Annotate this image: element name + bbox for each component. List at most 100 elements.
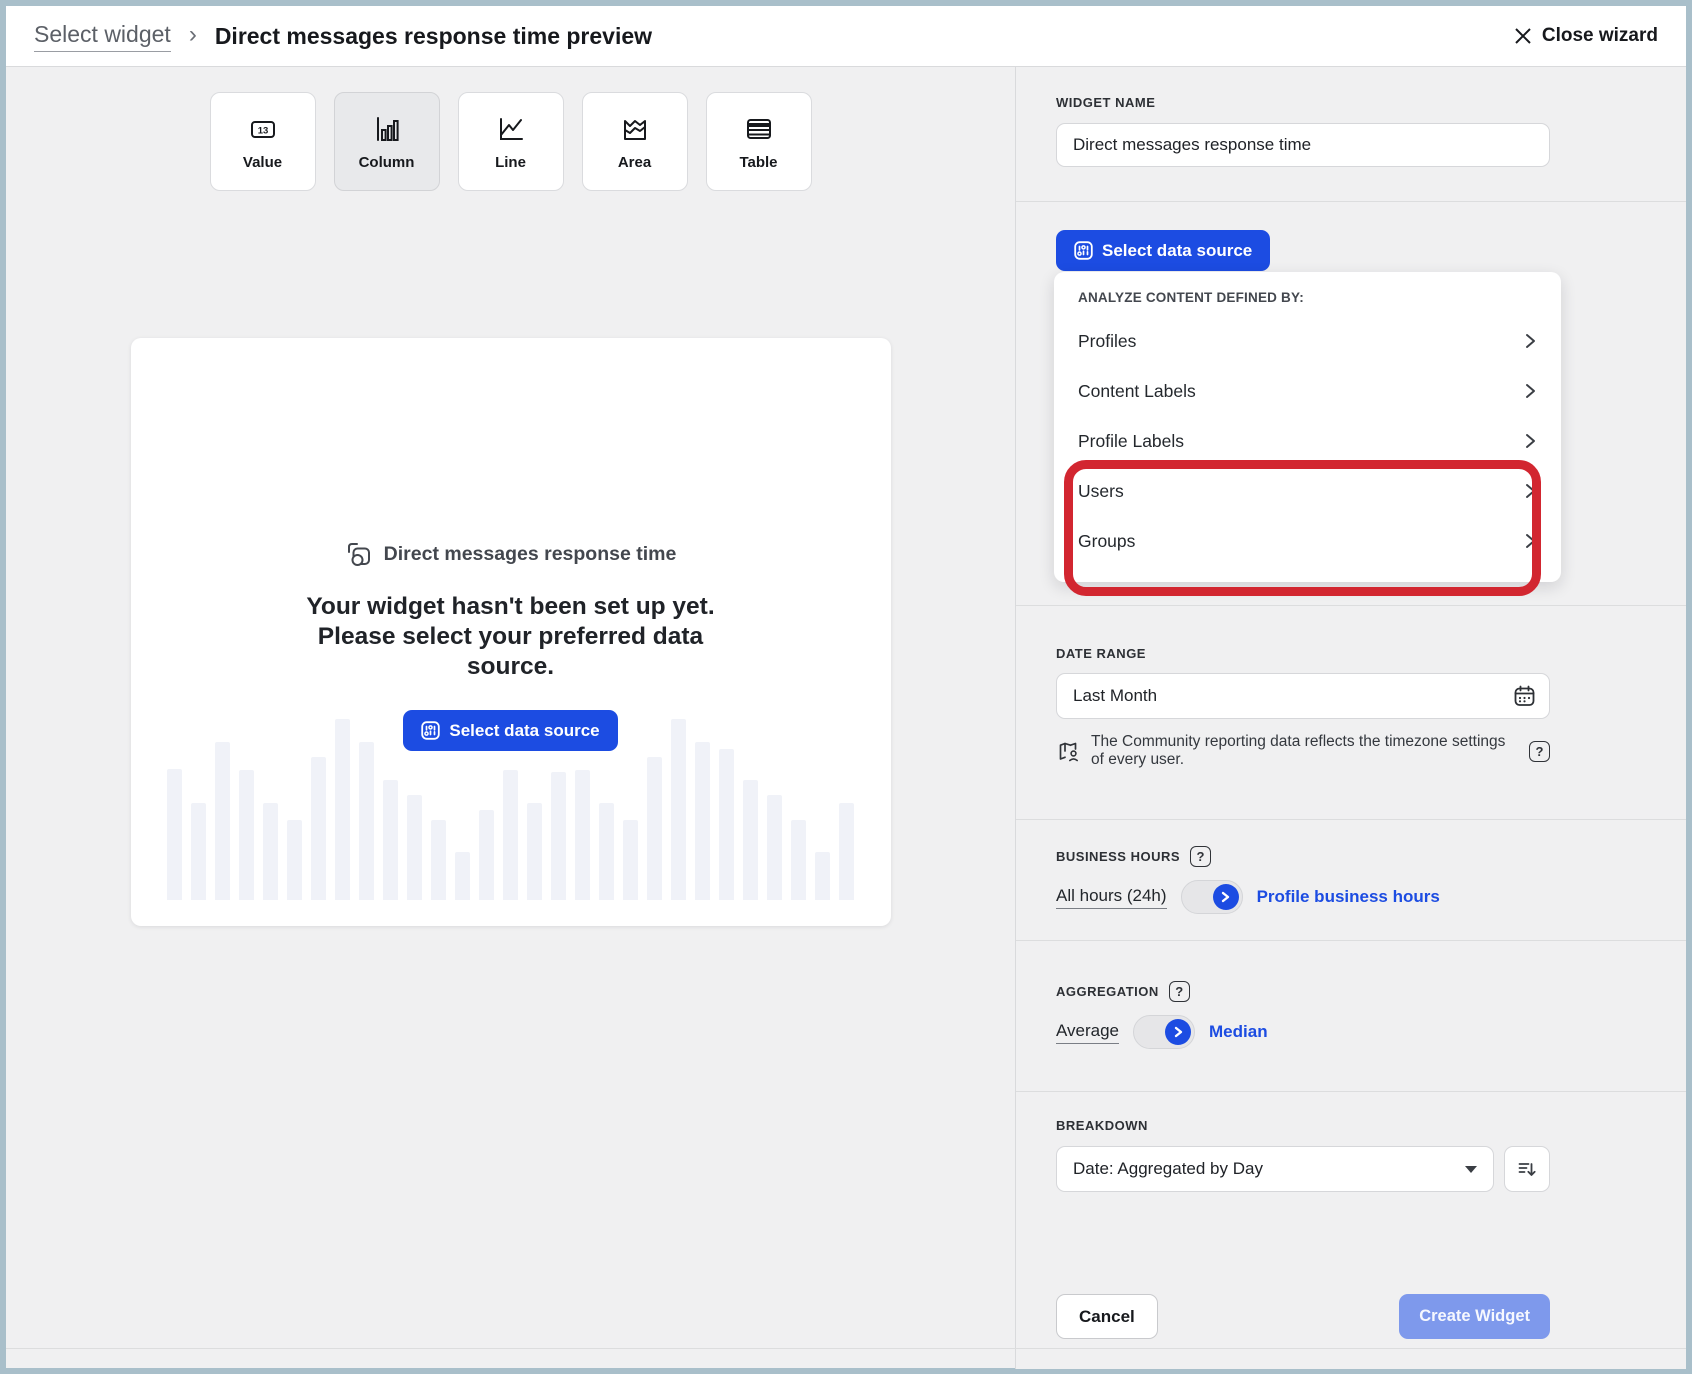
aggregation-label: AGGREGATION xyxy=(1056,984,1159,999)
menu-item-profiles[interactable]: Profiles xyxy=(1078,316,1537,366)
placeholder-bar xyxy=(191,803,206,900)
widget-type-area-button[interactable]: Area xyxy=(582,92,688,191)
svg-text:13: 13 xyxy=(257,125,268,136)
placeholder-bar xyxy=(719,749,734,900)
widget-type-table-button[interactable]: Table xyxy=(706,92,812,191)
menu-item-profile-labels[interactable]: Profile Labels xyxy=(1078,416,1537,466)
wizard-header: Select widget › Direct messages response… xyxy=(6,6,1686,67)
business-hours-toggle[interactable] xyxy=(1181,880,1243,914)
cancel-button[interactable]: Cancel xyxy=(1056,1294,1158,1339)
preview-widget-title: Direct messages response time xyxy=(384,543,677,566)
table-icon xyxy=(743,113,775,145)
menu-item-label: Content Labels xyxy=(1078,381,1196,402)
placeholder-bar xyxy=(455,852,470,900)
create-widget-button[interactable]: Create Widget xyxy=(1399,1294,1550,1339)
date-range-label: DATE RANGE xyxy=(1056,646,1550,661)
widget-type-label: Line xyxy=(495,154,526,171)
placeholder-bar xyxy=(623,820,638,900)
placeholder-bar xyxy=(479,810,494,900)
placeholder-bar xyxy=(431,820,446,900)
data-source-dropdown: ANALYZE CONTENT DEFINED BY: Profiles Con… xyxy=(1054,272,1561,582)
menu-item-label: Groups xyxy=(1078,531,1135,552)
placeholder-bar xyxy=(743,780,758,900)
select-data-source-button[interactable]: Select data source xyxy=(1056,230,1270,271)
chevron-right-icon xyxy=(1524,532,1537,550)
menu-item-label: Profiles xyxy=(1078,331,1136,352)
caret-down-icon xyxy=(1465,1166,1477,1173)
placeholder-bar xyxy=(167,769,182,900)
menu-item-groups[interactable]: Groups xyxy=(1078,516,1537,566)
placeholder-bar xyxy=(575,770,590,900)
value-icon: 13 xyxy=(247,113,279,145)
data-source-icon xyxy=(421,721,440,740)
widget-type-label: Area xyxy=(618,154,651,171)
widget-type-label: Table xyxy=(739,154,777,171)
page-title: Direct messages response time preview xyxy=(215,23,652,50)
placeholder-bar xyxy=(767,795,782,900)
preview-pane: 13 Value Column Line Area Table Direct m… xyxy=(6,67,1015,1369)
placeholder-bar xyxy=(359,742,374,900)
sort-descending-icon xyxy=(1516,1158,1538,1180)
settings-sidebar: WIDGET NAME Select data source ANALYZE C… xyxy=(1015,67,1686,1369)
widget-preview-card: Direct messages response time Your widge… xyxy=(131,338,891,926)
dropdown-header: ANALYZE CONTENT DEFINED BY: xyxy=(1078,288,1537,308)
menu-item-label: Profile Labels xyxy=(1078,431,1184,452)
select-data-source-button-preview[interactable]: Select data source xyxy=(403,710,617,751)
profile-business-hours-option[interactable]: Profile business hours xyxy=(1257,887,1440,907)
menu-item-users[interactable]: Users xyxy=(1078,466,1537,516)
breakdown-label: BREAKDOWN xyxy=(1056,1118,1550,1133)
breakdown-select[interactable]: Date: Aggregated by Day xyxy=(1056,1146,1494,1192)
placeholder-bar xyxy=(311,757,326,900)
help-icon[interactable]: ? xyxy=(1529,741,1550,762)
placeholder-bar xyxy=(599,803,614,900)
breadcrumb-select-widget[interactable]: Select widget xyxy=(34,21,171,52)
placeholder-bar xyxy=(287,820,302,900)
data-source-icon xyxy=(1074,241,1093,260)
close-wizard-button[interactable]: Close wizard xyxy=(1514,25,1658,47)
chevron-right-icon xyxy=(1524,382,1537,400)
line-icon xyxy=(495,113,527,145)
placeholder-bar xyxy=(839,803,854,900)
toggle-knob-chevron-icon xyxy=(1165,1019,1191,1045)
help-icon[interactable]: ? xyxy=(1169,981,1190,1002)
widget-type-line-button[interactable]: Line xyxy=(458,92,564,191)
widget-type-selector: 13 Value Column Line Area Table xyxy=(6,67,1015,191)
menu-item-content-labels[interactable]: Content Labels xyxy=(1078,366,1537,416)
placeholder-bar xyxy=(263,803,278,900)
aggregation-toggle[interactable] xyxy=(1133,1015,1195,1049)
widget-name-input[interactable] xyxy=(1056,123,1550,167)
median-option[interactable]: Median xyxy=(1209,1022,1268,1042)
placeholder-bar xyxy=(503,770,518,900)
placeholder-bar xyxy=(407,795,422,900)
average-option[interactable]: Average xyxy=(1056,1021,1119,1044)
help-icon[interactable]: ? xyxy=(1190,846,1211,867)
close-icon xyxy=(1514,27,1532,45)
placeholder-bar xyxy=(791,820,806,900)
widget-preview-icon xyxy=(345,540,373,568)
placeholder-bar xyxy=(239,770,254,900)
widget-type-column-button[interactable]: Column xyxy=(334,92,440,191)
sort-order-button[interactable] xyxy=(1504,1146,1550,1192)
close-wizard-label: Close wizard xyxy=(1542,25,1658,47)
placeholder-bar xyxy=(215,742,230,900)
placeholder-bar xyxy=(695,742,710,900)
placeholder-bar xyxy=(551,772,566,900)
placeholder-bar xyxy=(647,757,662,900)
chevron-right-icon xyxy=(1524,332,1537,350)
widget-type-label: Value xyxy=(243,154,282,171)
timezone-note: The Community reporting data reflects th… xyxy=(1091,733,1519,769)
preview-empty-message: Your widget hasn't been set up yet. Plea… xyxy=(288,592,733,682)
widget-name-label: WIDGET NAME xyxy=(1056,95,1550,110)
breadcrumb-chevron-icon: › xyxy=(189,21,197,49)
menu-item-label: Users xyxy=(1078,481,1124,502)
toggle-knob-chevron-icon xyxy=(1213,884,1239,910)
breakdown-value: Date: Aggregated by Day xyxy=(1073,1159,1263,1179)
placeholder-bar xyxy=(815,852,830,900)
all-hours-option[interactable]: All hours (24h) xyxy=(1056,886,1167,909)
placeholder-bar xyxy=(527,803,542,900)
chevron-right-icon xyxy=(1524,482,1537,500)
calendar-icon[interactable] xyxy=(1513,685,1536,708)
widget-type-value-button[interactable]: 13 Value xyxy=(210,92,316,191)
date-range-input[interactable] xyxy=(1056,673,1550,719)
placeholder-bar xyxy=(383,780,398,900)
